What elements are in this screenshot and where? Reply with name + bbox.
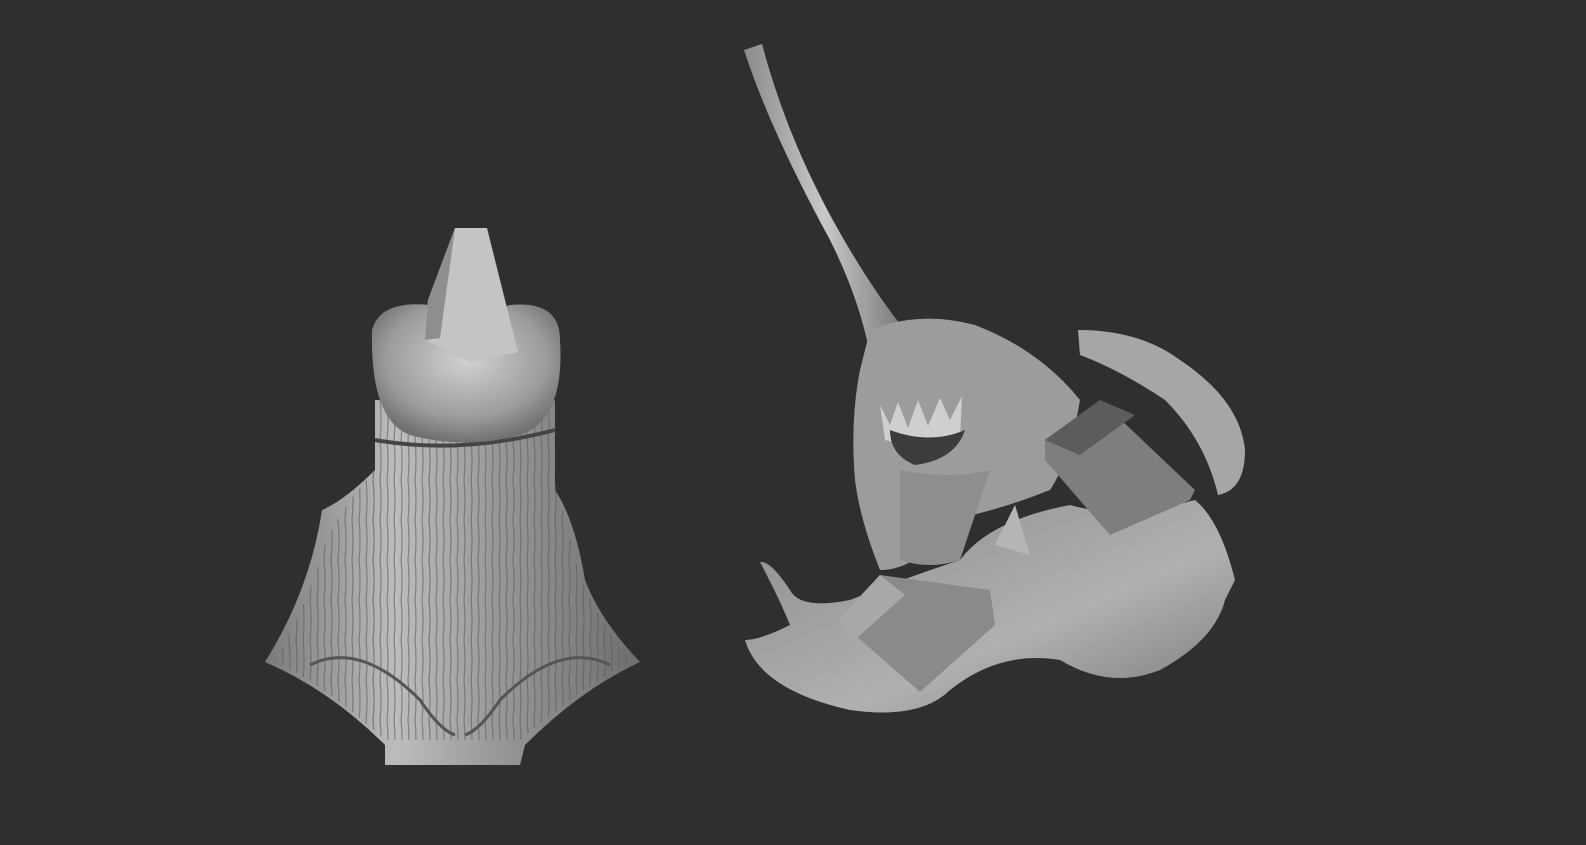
creature-head-model[interactable] bbox=[744, 44, 1245, 713]
horn bbox=[744, 44, 905, 355]
3d-viewport[interactable] bbox=[0, 0, 1586, 845]
viewport-canvas bbox=[265, 44, 1245, 765]
neck-bust-model[interactable] bbox=[265, 228, 640, 765]
bust-streaks bbox=[275, 400, 630, 740]
